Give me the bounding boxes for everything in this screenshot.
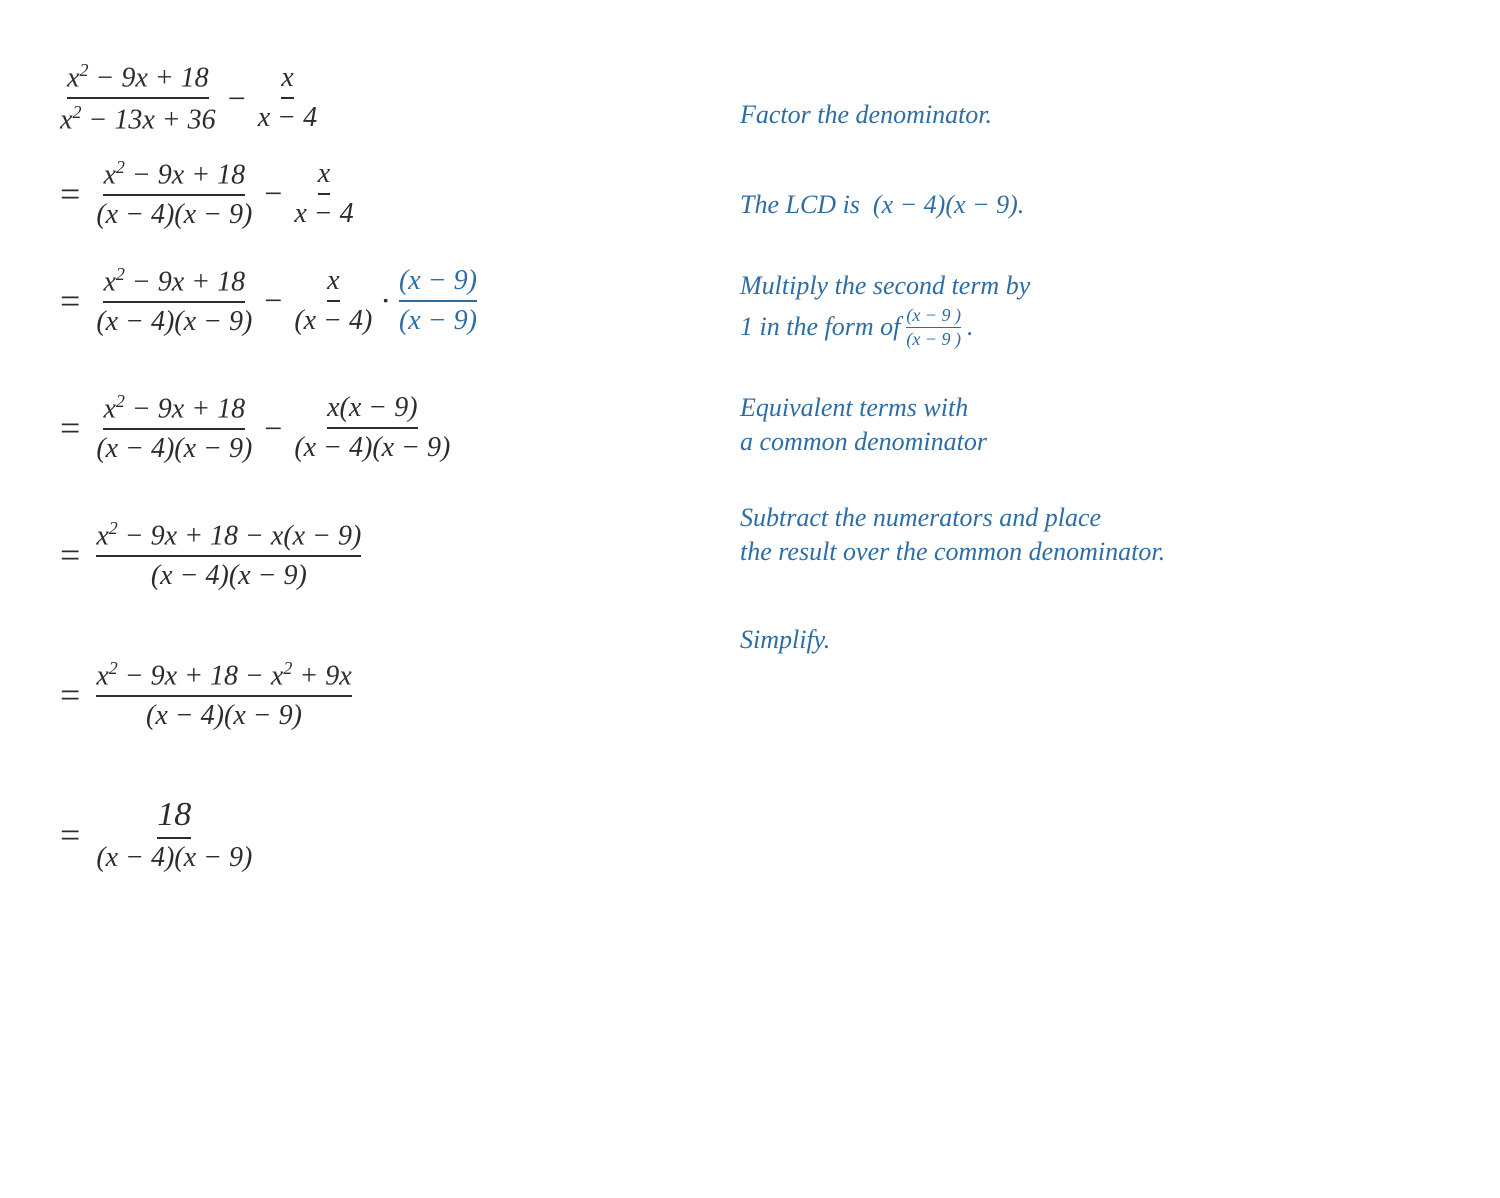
math-step-6: = x2 − 9x + 18 − x2 + 9x (x − 4)(x − 9) — [60, 635, 680, 755]
step3-fraction3: (x − 9) (x − 9) — [399, 265, 477, 337]
annotation-2-text: The LCD is (x − 4)(x − 9). — [740, 190, 1440, 220]
step1-fraction1: x2 − 9x + 18 x2 − 13x + 36 — [60, 60, 216, 137]
equals-6: = — [60, 674, 80, 716]
equals-2: = — [60, 173, 80, 215]
minus-2: − — [264, 175, 282, 212]
equals-4: = — [60, 407, 80, 449]
annotation-2: The LCD is (x − 4)(x − 9). — [740, 160, 1440, 250]
annotation-3-line1: Multiply the second term by — [740, 271, 1440, 301]
math-column: x2 − 9x + 18 x2 − 13x + 36 − x x − 4 = x… — [60, 40, 680, 895]
equals-7: = — [60, 814, 80, 856]
annotation-1-text: Factor the denominator. — [740, 100, 1440, 130]
annotation-6-text: Simplify. — [740, 625, 1440, 655]
minus-3: − — [264, 282, 282, 319]
annotation-3: Multiply the second term by 1 in the for… — [740, 250, 1440, 370]
annotation-6: Simplify. — [740, 590, 1440, 690]
math-step-5: = x2 − 9x + 18 − x(x − 9) (x − 4)(x − 9) — [60, 495, 680, 615]
annotation-5: Subtract the numerators and place the re… — [740, 480, 1440, 590]
step6-fraction: x2 − 9x + 18 − x2 + 9x (x − 4)(x − 9) — [96, 658, 351, 732]
step3-fraction1: x2 − 9x + 18 (x − 4)(x − 9) — [96, 264, 252, 338]
math-step-4: = x2 − 9x + 18 (x − 4)(x − 9) − x(x − 9)… — [60, 381, 680, 475]
math-step-3: = x2 − 9x + 18 (x − 4)(x − 9) − x (x − 4… — [60, 241, 680, 361]
annotation-5-line2: the result over the common denominator. — [740, 537, 1440, 567]
annotation-3-line2: 1 in the form of (x − 9 ) (x − 9 ) . — [740, 305, 1440, 350]
dot-3: · — [380, 282, 391, 319]
annotation-4: Equivalent terms with a common denominat… — [740, 370, 1440, 480]
math-step-7: = 18 (x − 4)(x − 9) — [60, 775, 680, 895]
step7-fraction: 18 (x − 4)(x − 9) — [96, 796, 252, 874]
step5-fraction: x2 − 9x + 18 − x(x − 9) (x − 4)(x − 9) — [96, 518, 361, 592]
math-step-1: x2 − 9x + 18 x2 − 13x + 36 − x x − 4 — [60, 40, 680, 147]
annotation-4-line1: Equivalent terms with — [740, 393, 1440, 423]
minus-1: − — [228, 80, 246, 117]
step2-fraction2: x x − 4 — [294, 158, 353, 230]
step3-fraction2: x (x − 4) — [294, 265, 372, 337]
equals-3: = — [60, 280, 80, 322]
step1-fraction2: x x − 4 — [258, 62, 317, 134]
annotation-column: Factor the denominator. The LCD is (x − … — [740, 40, 1440, 895]
annotation-5-line1: Subtract the numerators and place — [740, 503, 1440, 533]
math-step-2: = x2 − 9x + 18 (x − 4)(x − 9) − x x − 4 — [60, 147, 680, 241]
page: x2 − 9x + 18 x2 − 13x + 36 − x x − 4 = x… — [60, 40, 1440, 895]
minus-4: − — [264, 410, 282, 447]
annotation-3-frac: (x − 9 ) (x − 9 ) — [906, 305, 961, 350]
step2-fraction1: x2 − 9x + 18 (x − 4)(x − 9) — [96, 157, 252, 231]
frac1: x2 − 9x + 18 x2 − 13x + 36 — [60, 60, 216, 137]
annotation-4-line2: a common denominator — [740, 427, 1440, 457]
step4-fraction2: x(x − 9) (x − 4)(x − 9) — [294, 392, 450, 464]
annotation-1: Factor the denominator. — [740, 70, 1440, 160]
equals-5: = — [60, 534, 80, 576]
step4-fraction1: x2 − 9x + 18 (x − 4)(x − 9) — [96, 391, 252, 465]
frac2: x x − 4 — [258, 62, 317, 134]
